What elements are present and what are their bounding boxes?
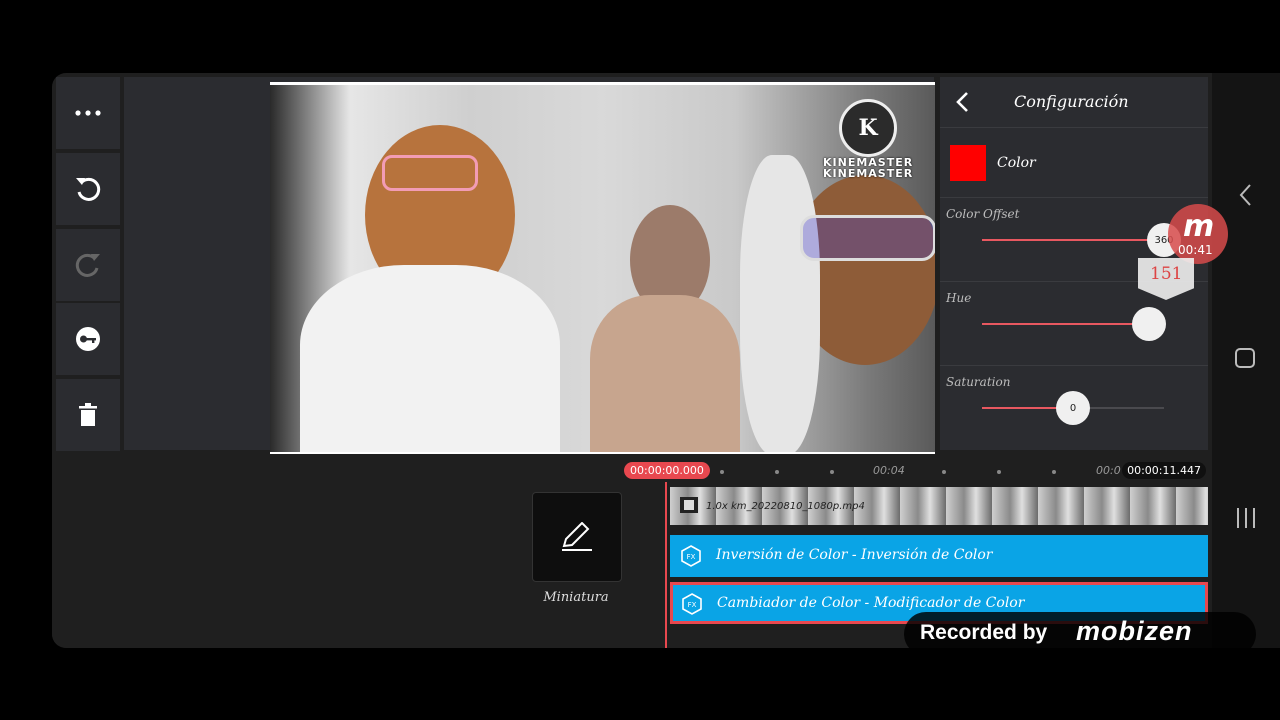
redo-icon <box>75 253 100 277</box>
thumbnail-button[interactable] <box>532 492 622 582</box>
panel-title: Configuración <box>1014 92 1129 111</box>
slider-track[interactable]: 360 <box>982 223 1181 257</box>
more-icon <box>75 110 101 116</box>
shirt-left <box>300 265 560 452</box>
tick-label: 00:04 <box>873 464 905 477</box>
slider-label: Saturation <box>946 375 1011 389</box>
ruler-dot <box>997 470 1001 474</box>
ruler-dot <box>720 470 724 474</box>
slider-track[interactable]: 0 <box>982 391 1164 425</box>
body-middle <box>590 295 740 452</box>
recorded-by-text: Recorded by <box>920 621 1048 644</box>
timeline-ruler[interactable]: 00:00:00.000 00:04 00:0 00:00:11.447 <box>624 456 1208 486</box>
preview-area: K KINEMASTER KINEMASTER <box>124 77 935 455</box>
keyframe-icon <box>76 327 100 351</box>
video-clip[interactable]: 1.0x km_20220810_1080p.mp4 <box>670 487 1208 525</box>
recorder-watermark: Recorded by mobizen <box>904 612 1256 656</box>
more-button[interactable] <box>56 77 120 149</box>
home-nav-icon[interactable] <box>1234 347 1256 369</box>
color-swatch[interactable] <box>950 145 986 181</box>
recorder-icon: m <box>1183 209 1215 244</box>
tooltip-value: 151 <box>1150 264 1183 284</box>
hair-right <box>740 155 820 452</box>
panel-header: Configuración <box>940 77 1208 128</box>
ruler-dot <box>775 470 779 474</box>
layer-track[interactable]: FX Inversión de Color - Inversión de Col… <box>670 535 1208 577</box>
undo-icon <box>76 177 101 201</box>
delete-button[interactable] <box>56 379 120 451</box>
fx-icon: FX <box>681 545 701 567</box>
saturation-slider[interactable]: Saturation 0 <box>940 367 1208 449</box>
editor-window: K KINEMASTER KINEMASTER Configuración Co… <box>52 73 1280 648</box>
navigation-bar <box>1212 73 1280 648</box>
recorder-time: 00:41 <box>1178 243 1213 257</box>
current-time: 00:00:00.000 <box>624 462 710 479</box>
svg-text:FX: FX <box>687 553 696 561</box>
ruler-dot <box>830 470 834 474</box>
kinemaster-watermark: K KINEMASTER KINEMASTER <box>823 99 913 179</box>
tick-label: 00:0 <box>1096 464 1121 477</box>
thumbnail-label: Miniatura <box>543 590 609 605</box>
kinemaster-logo-icon: K <box>839 99 897 157</box>
back-icon[interactable] <box>954 91 970 113</box>
back-nav-icon[interactable] <box>1238 183 1252 207</box>
slider-knob[interactable] <box>1132 307 1167 341</box>
end-time: 00:00:11.447 <box>1122 462 1206 479</box>
slider-value: 0 <box>1069 402 1077 414</box>
playhead[interactable] <box>665 482 667 648</box>
recents-nav-icon[interactable] <box>1234 507 1258 529</box>
sunglasses <box>382 155 478 191</box>
eyeglasses <box>800 215 935 261</box>
clip-name: 1.0x km_20220810_1080p.mp4 <box>706 501 865 512</box>
slider-track[interactable] <box>982 307 1167 341</box>
slider-label: Color Offset <box>946 207 1020 221</box>
pencil-icon <box>562 522 592 551</box>
keyframe-button[interactable] <box>56 303 120 375</box>
fx-icon: FX <box>682 593 702 615</box>
slider-knob[interactable]: 0 <box>1056 391 1090 425</box>
video-preview[interactable]: K KINEMASTER KINEMASTER <box>270 82 935 455</box>
film-icon <box>680 497 698 513</box>
svg-text:FX: FX <box>688 601 697 609</box>
color-label: Color <box>997 155 1036 171</box>
layer-label: Inversión de Color - Inversión de Color <box>716 547 993 563</box>
mobizen-logo: mobizen <box>1076 616 1193 646</box>
layer-label: Cambiador de Color - Modificador de Colo… <box>717 595 1025 611</box>
slider-fill <box>982 239 1164 241</box>
undo-button[interactable] <box>56 153 120 225</box>
slider-fill <box>982 323 1150 325</box>
redo-button[interactable] <box>56 229 120 301</box>
ruler-dot <box>1052 470 1056 474</box>
slider-label: Hue <box>946 291 972 305</box>
delete-icon <box>79 403 97 426</box>
watermark-text-2: KINEMASTER <box>823 167 914 180</box>
ruler-dot <box>942 470 946 474</box>
color-picker-row[interactable]: Color <box>940 129 1208 198</box>
